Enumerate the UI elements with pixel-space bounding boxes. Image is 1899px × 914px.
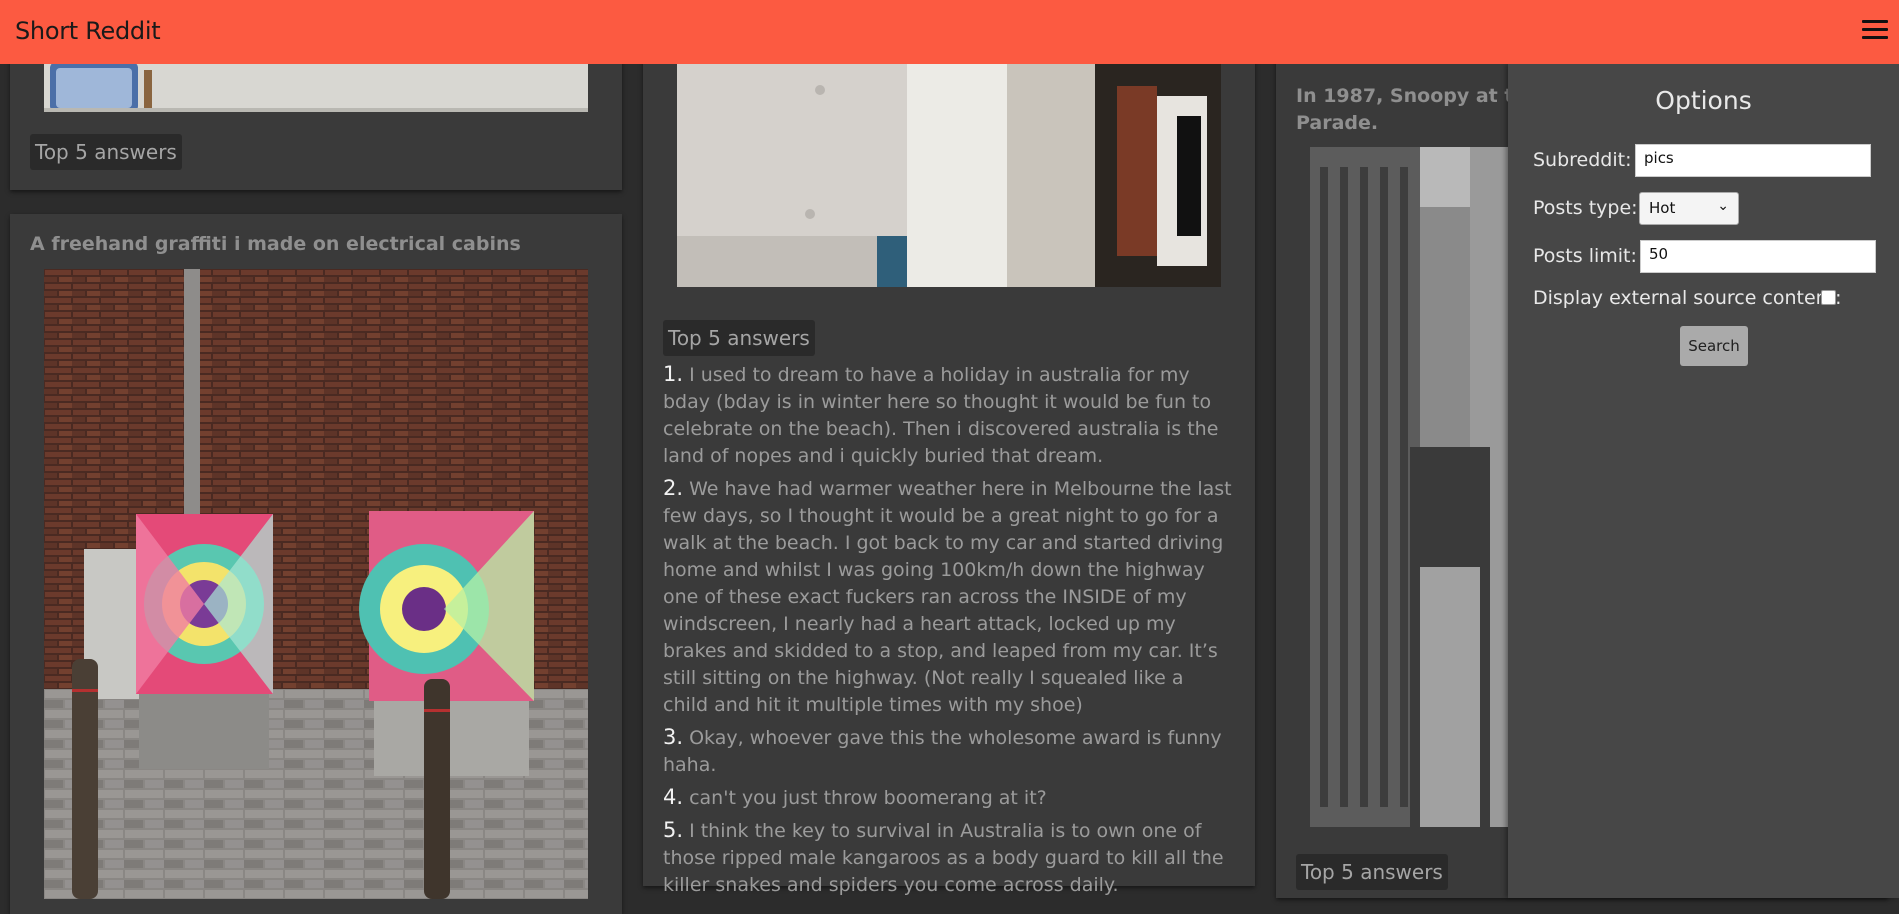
answer-text: I think the key to survival in Australia… [663,820,1224,896]
posts-limit-input[interactable]: 50 [1640,240,1876,273]
post-title-line: Parade. [1296,112,1379,134]
post-image [44,56,588,112]
answer-number: 3. [663,725,684,749]
post-image-graphic [44,56,588,112]
spider-room-image [677,56,1221,287]
top-bar: Short Reddit [0,0,1899,64]
chevron-down-icon: ⌄ [1717,198,1729,214]
post-card: Top 5 answers [10,56,622,190]
top-answers-button[interactable]: Top 5 answers [30,134,182,170]
top-answers-button[interactable]: Top 5 answers [663,320,815,356]
options-panel: Options Subreddit: pics Posts type: Hot … [1508,64,1899,898]
posts-type-select[interactable]: Hot ⌄ [1639,192,1739,225]
answer-text: can't you just throw boomerang at it? [689,787,1047,809]
answer-item: 2. We have had warmer weather here in Me… [663,475,1233,719]
posts-limit-label: Posts limit: [1533,245,1637,267]
post-image[interactable] [677,56,1221,287]
subreddit-label: Subreddit: [1533,149,1632,171]
app-title[interactable]: Short Reddit [15,17,161,45]
answer-number: 5. [663,818,684,842]
post-card: A freehand graffiti i made on electrical… [10,214,622,914]
post-title-line: In 1987, Snoopy at the [1296,85,1540,107]
external-source-label: Display external source content: [1533,287,1842,309]
graffiti-cabins-image [44,269,588,899]
answers-list: 1. I used to dream to have a holiday in … [663,361,1233,904]
post-title[interactable]: A freehand graffiti i made on electrical… [30,231,521,258]
answer-item: 3. Okay, whoever gave this the wholesome… [663,724,1233,779]
answer-text: I used to dream to have a holiday in aus… [663,364,1219,467]
posts-type-label: Posts type: [1533,197,1638,219]
post-title[interactable]: In 1987, Snoopy at the Parade. [1296,83,1540,137]
hamburger-menu-icon[interactable] [1862,20,1888,42]
answer-text: We have had warmer weather here in Melbo… [663,478,1232,716]
answer-text: Okay, whoever gave this the wholesome aw… [663,727,1222,776]
answer-number: 2. [663,476,684,500]
subreddit-input[interactable]: pics [1635,144,1871,177]
external-source-checkbox[interactable] [1821,290,1836,305]
answer-item: 5. I think the key to survival in Austra… [663,817,1233,899]
answer-item: 1. I used to dream to have a holiday in … [663,361,1233,470]
post-image[interactable] [44,269,588,899]
answer-number: 1. [663,362,684,386]
search-button[interactable]: Search [1680,326,1748,366]
answer-item: 4. can't you just throw boomerang at it? [663,784,1233,812]
posts-type-value: Hot [1649,199,1676,217]
options-title: Options [1655,86,1752,115]
answer-number: 4. [663,785,684,809]
top-answers-button[interactable]: Top 5 answers [1296,854,1448,890]
